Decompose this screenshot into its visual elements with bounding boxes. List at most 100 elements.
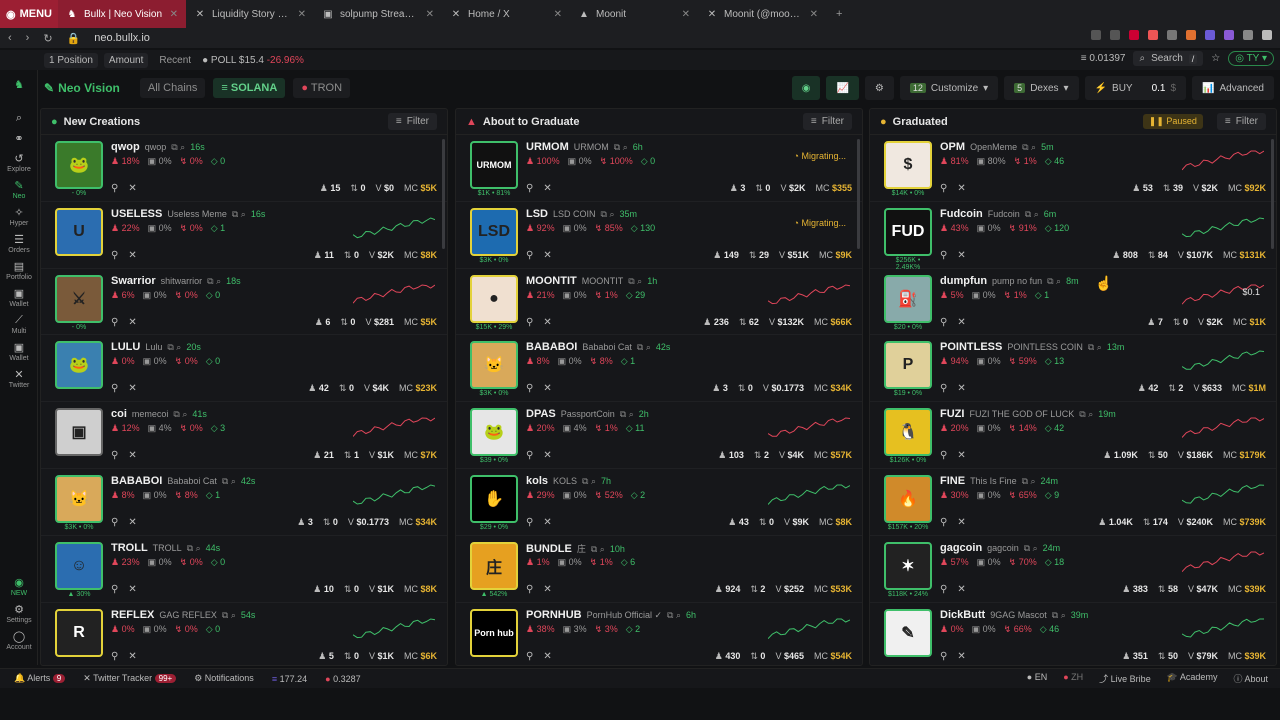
copy-icon[interactable]: ⧉ ⌕ [1022, 476, 1036, 487]
profile-avatar[interactable] [1262, 30, 1272, 40]
x-icon[interactable]: ✕ [128, 517, 136, 528]
token-ticker[interactable]: Fudcoin [940, 208, 983, 220]
close-icon[interactable]: ✕ [298, 9, 306, 20]
link-icon[interactable]: ⚲ [526, 450, 533, 461]
x-icon[interactable]: ✕ [128, 584, 136, 595]
close-icon[interactable]: ✕ [426, 9, 434, 20]
star-icon[interactable]: ☆ [1211, 53, 1220, 64]
token-row[interactable]: 🔥 $157K • 20% FINE This Is Fine ⧉ ⌕ 24m … [870, 469, 1276, 536]
close-icon[interactable]: ✕ [810, 9, 818, 20]
copy-icon[interactable]: ⧉ ⌕ [222, 610, 236, 621]
token-ticker[interactable]: Swarrior [111, 275, 156, 287]
link-icon[interactable]: ⚲ [526, 383, 533, 394]
token-ticker[interactable]: LSD [526, 208, 548, 220]
about-link[interactable]: ⓘ About [1233, 672, 1268, 685]
token-avatar[interactable]: P [884, 341, 932, 390]
x-icon[interactable]: ✕ [957, 317, 965, 328]
customize-button[interactable]: 12 Customize ▾ [899, 76, 999, 100]
sidebar-item-search-icon[interactable]: ⌕ [0, 112, 38, 126]
token-ticker[interactable]: TROLL [111, 542, 148, 554]
recent-chip[interactable]: Recent [154, 53, 196, 68]
x-icon[interactable]: ✕ [128, 651, 136, 662]
token-row[interactable]: P $19 • 0% POINTLESS POINTLESS COIN ⧉ ⌕ … [870, 335, 1276, 403]
logo[interactable]: ♞ [0, 78, 38, 92]
copy-icon[interactable]: ⧉ ⌕ [601, 209, 615, 220]
token-row[interactable]: ✶ $118K • 24% gagcoin gagcoin ⧉ ⌕ 24m ♟ … [870, 536, 1276, 603]
token-avatar[interactable]: ⛽ [884, 274, 932, 323]
token-row[interactable]: 🐸 LULU Lulu ⧉ ⌕ 20s ♟ 0% ▣ 0% ↯ 0% ◇ 0 ⚲… [41, 335, 447, 403]
token-avatar[interactable]: LSD [470, 207, 518, 256]
token-avatar[interactable]: 🐸 [55, 141, 103, 189]
link-icon[interactable]: ⚲ [111, 517, 118, 528]
poll-ticker[interactable]: ● POLL $15.4 -26.96% [202, 55, 304, 66]
browser-tab[interactable]: ✕ Liquidity Story Distributio ✕ [186, 0, 314, 28]
copy-icon[interactable]: ⧉ ⌕ [1047, 276, 1061, 287]
token-ticker[interactable]: gagcoin [940, 542, 982, 554]
link-icon[interactable]: ⚲ [111, 183, 118, 194]
new-tab-button[interactable]: + [836, 8, 842, 20]
menu-button[interactable]: ◉ MENU [0, 0, 58, 28]
ext-icon[interactable] [1186, 30, 1196, 40]
link-icon[interactable]: ⚲ [111, 584, 118, 595]
link-icon[interactable]: ⚲ [940, 183, 947, 194]
chain-tron[interactable]: ● TRON [293, 78, 351, 98]
token-ticker[interactable]: kols [526, 475, 548, 487]
x-icon[interactable]: ✕ [957, 183, 965, 194]
filter-button[interactable]: ≡ Filter [802, 113, 852, 130]
copy-icon[interactable]: ⧉ ⌕ [1024, 543, 1038, 554]
chart-toggle-icon[interactable]: 📈 [826, 76, 859, 100]
token-ticker[interactable]: OPM [940, 141, 965, 153]
x-icon[interactable]: ✕ [128, 450, 136, 461]
x-icon[interactable]: ✕ [957, 450, 965, 461]
token-ticker[interactable]: URMOM [526, 141, 569, 153]
token-row[interactable]: ⚔ - 0% Swarrior shitwarrior ⧉ ⌕ 18s ♟ 6%… [41, 269, 447, 336]
sidebar-item-explore[interactable]: ↺ Explore [0, 152, 38, 173]
link-icon[interactable]: ⚲ [940, 450, 947, 461]
ext-icon[interactable] [1205, 30, 1215, 40]
x-icon[interactable]: ✕ [543, 517, 551, 528]
token-row[interactable]: ✎ DickButt 9GAG Mascot ⧉ ⌕ 39m ♟ 0% ▣ 0%… [870, 603, 1276, 665]
copy-icon[interactable]: ⧉ ⌕ [591, 544, 605, 555]
x-icon[interactable]: ✕ [957, 250, 965, 261]
token-row[interactable]: 🐸 $39 • 0% DPAS PassportCoin ⧉ ⌕ 2h ♟ 20… [456, 402, 862, 469]
token-row[interactable]: ● $15K • 29% MOONTIT MOONTIT ⧉ ⌕ 1h ♟ 21… [456, 269, 862, 336]
link-icon[interactable]: ⚲ [526, 651, 533, 662]
sidebar-item-hyper[interactable]: ✧ Hyper [0, 206, 38, 227]
token-avatar[interactable]: 🐸 [470, 408, 518, 457]
sidebar-item-wallet[interactable]: ▣ Wallet [0, 287, 38, 308]
wallet-chip[interactable]: ◎ TY ▾ [1228, 51, 1274, 66]
token-row[interactable]: 🐱 $3K • 0% BABABOI Bababoi Cat ⧉ ⌕ 42s ♟… [456, 335, 862, 403]
live-bribe-link[interactable]: ⤴ Live Bribe [1099, 672, 1151, 685]
sidebar-item-wallet[interactable]: ▣ Wallet [0, 341, 38, 362]
forward-icon[interactable]: › [26, 32, 30, 44]
token-ticker[interactable]: FUZI [940, 408, 964, 420]
back-icon[interactable]: ‹ [8, 32, 12, 44]
token-avatar[interactable]: R [55, 608, 103, 657]
token-avatar[interactable]: ✎ [884, 608, 932, 657]
copy-icon[interactable]: ⧉ ⌕ [187, 543, 201, 554]
token-ticker[interactable]: PORNHUB [526, 609, 582, 621]
token-ticker[interactable]: dumpfun [940, 275, 987, 287]
token-avatar[interactable]: 庄 [470, 541, 518, 590]
token-row[interactable]: $ $14K • 0% OPM OpenMeme ⧉ ⌕ 5m ♟ 81% ▣ … [870, 135, 1276, 202]
token-row[interactable]: LSD $3K • 0% LSD LSD COIN ⧉ ⌕ 35m ♟ 92% … [456, 202, 862, 269]
token-ticker[interactable]: BABABOI [111, 475, 162, 487]
amount-chip[interactable]: Amount [103, 52, 149, 68]
token-avatar[interactable]: FUD [884, 207, 932, 256]
token-row[interactable]: 庄 ▲ 542% BUNDLE 庄 ⧉ ⌕ 10h ♟ 1% ▣ 0% ↯ 1%… [456, 536, 862, 603]
token-row[interactable]: Porn hub PORNHUB PornHub Official ✓ ⧉ ⌕ … [456, 603, 862, 665]
copy-icon[interactable]: ⧉ ⌕ [222, 476, 236, 487]
token-avatar[interactable]: 🔥 [884, 474, 932, 523]
x-icon[interactable]: ✕ [543, 450, 551, 461]
token-ticker[interactable]: BABABOI [526, 341, 577, 353]
sidebar-item-twitter[interactable]: ✕ Twitter [0, 368, 38, 389]
ext-icon[interactable] [1224, 30, 1234, 40]
token-ticker[interactable]: USELESS [111, 208, 162, 220]
token-ticker[interactable]: REFLEX [111, 609, 154, 621]
new-badge[interactable]: ◉ NEW [0, 576, 38, 597]
link-icon[interactable]: ⚲ [940, 584, 947, 595]
notifications-button[interactable]: ⚙ Notifications [194, 673, 254, 684]
browser-tab[interactable]: ✕ Home / X ✕ [442, 0, 570, 28]
token-row[interactable]: FUD $256K • 2.49K% Fudcoin Fudcoin ⧉ ⌕ 6… [870, 202, 1276, 271]
advanced-button[interactable]: 📊 Advanced [1192, 76, 1274, 100]
